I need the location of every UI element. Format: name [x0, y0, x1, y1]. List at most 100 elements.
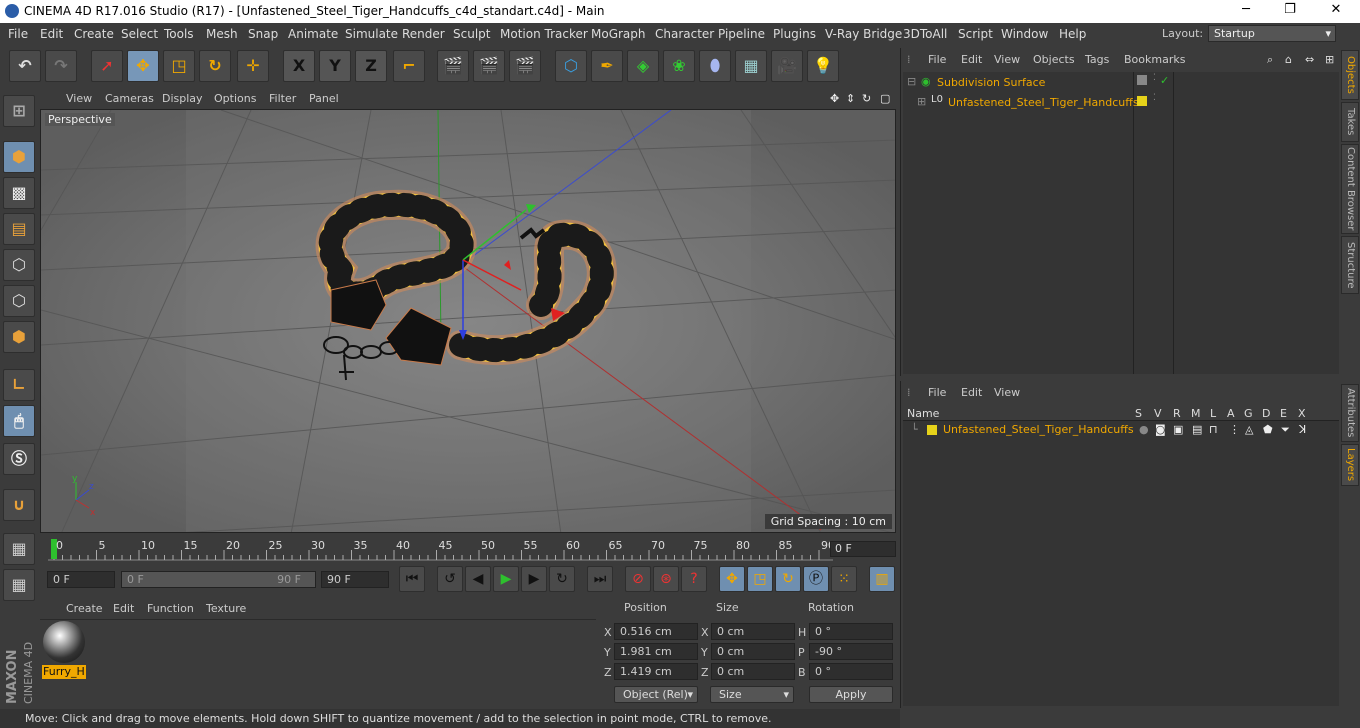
pen-spline-button[interactable]: ✒: [591, 50, 623, 82]
menu-edit[interactable]: Edit: [40, 27, 63, 41]
lock-icon[interactable]: ⊓: [1209, 423, 1218, 436]
menu-simulate[interactable]: Simulate: [345, 27, 398, 41]
magnet-button[interactable]: ∪: [3, 489, 35, 521]
render-picture-viewer-button[interactable]: 🎬: [473, 50, 505, 82]
record-keys-button[interactable]: ⊘: [625, 566, 651, 592]
menu-pipeline[interactable]: Pipeline: [718, 27, 765, 41]
coordinate-system-button[interactable]: ⌐: [393, 50, 425, 82]
z-axis-lock-button[interactable]: Z: [355, 50, 387, 82]
next-frame-button[interactable]: ▶: [521, 566, 547, 592]
objects-menu-edit[interactable]: Edit: [961, 53, 982, 66]
viewport-menu-view[interactable]: View: [66, 92, 92, 105]
material-menu-function[interactable]: Function: [147, 602, 194, 615]
column-deformers[interactable]: D: [1262, 407, 1270, 420]
material-thumbnail[interactable]: [43, 621, 85, 663]
column-generators[interactable]: G: [1244, 407, 1253, 420]
next-key-button[interactable]: ↻: [549, 566, 575, 592]
layer-row[interactable]: └ Unfastened_Steel_Tiger_Handcuffs ● ◙ ▣…: [903, 421, 1339, 441]
timeline-ruler[interactable]: 0 5 10 15 20 25 30 35 40 45 50 55 60 65 70 75 80 85 90: [40, 536, 900, 564]
rotate-tool-button[interactable]: ↻: [199, 50, 231, 82]
current-frame-field[interactable]: 0 F: [830, 541, 896, 557]
material-name[interactable]: Furry_H: [42, 665, 86, 679]
array-button[interactable]: ❀: [663, 50, 695, 82]
key-scale-button[interactable]: ◳: [747, 566, 773, 592]
position-y-field[interactable]: 1.981 cm: [614, 643, 698, 660]
viewport-menu-cameras[interactable]: Cameras: [105, 92, 154, 105]
objects-menu-objects[interactable]: Objects: [1033, 53, 1075, 66]
layer-name[interactable]: Unfastened_Steel_Tiger_Handcuffs: [943, 423, 1134, 436]
end-frame-field[interactable]: 90 F: [321, 571, 389, 588]
viewport-nav-rotate-icon[interactable]: ↻: [862, 92, 871, 105]
navigate-icon[interactable]: ⇔: [1305, 53, 1314, 66]
apply-button[interactable]: Apply: [809, 686, 893, 703]
render-settings-button[interactable]: 🎬: [509, 50, 541, 82]
tab-content-browser[interactable]: Content Browser: [1341, 144, 1359, 234]
subdivision-surface-button[interactable]: ◈: [627, 50, 659, 82]
3d-viewport[interactable]: y z x Perspective Grid Spacing : 10 cm: [40, 109, 896, 533]
size-x-field[interactable]: 0 cm: [711, 623, 795, 640]
menu-file[interactable]: File: [8, 27, 28, 41]
menu-window[interactable]: Window: [1001, 27, 1048, 41]
column-xref[interactable]: X: [1298, 407, 1306, 420]
menu-mesh[interactable]: Mesh: [206, 27, 238, 41]
tab-layers[interactable]: Layers: [1341, 444, 1359, 486]
panel-grip-icon[interactable]: ⁞: [907, 53, 911, 66]
tab-takes[interactable]: Takes: [1341, 102, 1359, 142]
minimize-button[interactable]: ─: [1236, 2, 1256, 20]
menu-character[interactable]: Character: [655, 27, 714, 41]
viewport-maximize-icon[interactable]: ▢: [880, 92, 890, 105]
menu-3dtoall[interactable]: 3DToAll: [903, 27, 947, 41]
size-z-field[interactable]: 0 cm: [711, 663, 795, 680]
edges-mode-button[interactable]: ⬡: [3, 285, 35, 317]
menu-help[interactable]: Help: [1059, 27, 1086, 41]
search-icon[interactable]: ⌕: [1267, 53, 1273, 67]
frame-range-slider[interactable]: 0 F 90 F: [121, 571, 316, 588]
menu-snap[interactable]: Snap: [248, 27, 278, 41]
layers-menu-file[interactable]: File: [928, 386, 946, 399]
polygons-mode-button[interactable]: ⬢: [3, 321, 35, 353]
size-y-field[interactable]: 0 cm: [711, 643, 795, 660]
y-axis-lock-button[interactable]: Y: [319, 50, 351, 82]
visibility-dots-icon[interactable]: ⁚: [1153, 93, 1156, 103]
expression-icon[interactable]: ⏷: [1281, 423, 1290, 437]
light-button[interactable]: 💡: [807, 50, 839, 82]
auto-keying-button[interactable]: ⊛: [653, 566, 679, 592]
enabled-check-icon[interactable]: ✓: [1160, 74, 1169, 87]
coordinate-mode-dropdown[interactable]: Object (Rel) ▾: [614, 686, 698, 703]
menu-render[interactable]: Render: [402, 27, 445, 41]
move-tool-button[interactable]: ✥: [127, 50, 159, 82]
menu-select[interactable]: Select: [121, 27, 158, 41]
render-icon[interactable]: ▣: [1173, 423, 1183, 436]
xref-icon[interactable]: ꓘ: [1299, 423, 1306, 436]
workplane-rotate-button[interactable]: ▦: [3, 569, 35, 601]
tree-collapse-icon[interactable]: ⊟: [907, 75, 916, 88]
play-button[interactable]: ▶: [493, 566, 519, 592]
rotation-p-field[interactable]: -90 °: [809, 643, 893, 660]
home-icon[interactable]: ⌂: [1285, 53, 1292, 66]
object-name[interactable]: Subdivision Surface: [937, 76, 1045, 89]
objects-menu-bookmarks[interactable]: Bookmarks: [1124, 53, 1185, 66]
points-mode-button[interactable]: ⬡: [3, 249, 35, 281]
column-animation[interactable]: A: [1227, 407, 1235, 420]
tab-objects[interactable]: Objects: [1341, 50, 1359, 100]
layout-select[interactable]: Startup ▾: [1208, 25, 1336, 42]
panel-grip-icon[interactable]: ⁞: [907, 386, 911, 399]
x-axis-lock-button[interactable]: X: [283, 50, 315, 82]
scale-tool-button[interactable]: ◳: [163, 50, 195, 82]
viewport-menu-options[interactable]: Options: [214, 92, 256, 105]
tweak-mode-button[interactable]: 🖱: [3, 405, 35, 437]
axis-mode-button[interactable]: ∟: [3, 369, 35, 401]
rotation-h-field[interactable]: 0 °: [809, 623, 893, 640]
deformer-icon[interactable]: ⬟: [1263, 423, 1273, 436]
viewport-menu-filter[interactable]: Filter: [269, 92, 296, 105]
animation-icon[interactable]: ⋮: [1229, 423, 1240, 436]
material-menu-texture[interactable]: Texture: [206, 602, 246, 615]
key-rotation-button[interactable]: ↻: [775, 566, 801, 592]
model-mode-button[interactable]: ⬢: [3, 141, 35, 173]
workplane-mode-button[interactable]: ▤: [3, 213, 35, 245]
object-row-subdivision-surface[interactable]: ⊟ ◉ Subdivision Surface ⁚ ✓: [903, 72, 1339, 92]
floor-button[interactable]: ▦: [735, 50, 767, 82]
object-name[interactable]: Unfastened_Steel_Tiger_Handcuffs: [948, 96, 1139, 109]
position-x-field[interactable]: 0.516 cm: [614, 623, 698, 640]
layer-color-swatch[interactable]: [927, 425, 937, 435]
